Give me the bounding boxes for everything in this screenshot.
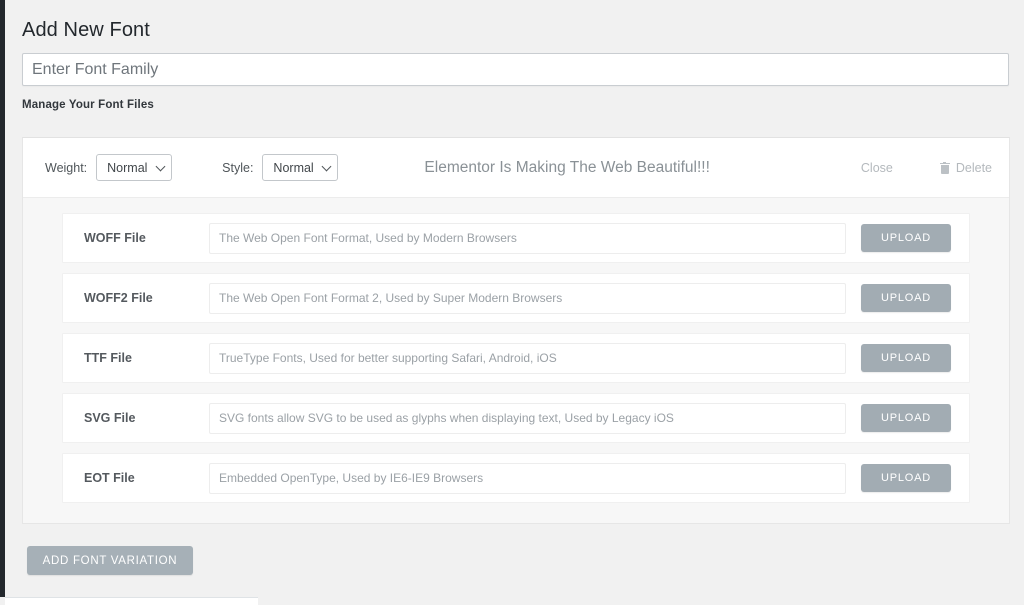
- chevron-down-icon: [322, 161, 332, 171]
- file-path-input[interactable]: [209, 403, 846, 434]
- file-path-input[interactable]: [209, 283, 846, 314]
- close-button[interactable]: Close: [861, 161, 893, 175]
- upload-button[interactable]: UPLOAD: [861, 224, 951, 252]
- font-file-rows: WOFF File UPLOAD WOFF2 File UPLOAD TTF F…: [23, 198, 1009, 523]
- file-row-woff: WOFF File UPLOAD: [62, 213, 970, 263]
- upload-button[interactable]: UPLOAD: [861, 404, 951, 432]
- page-title: Add New Font: [5, 0, 1024, 42]
- upload-button[interactable]: UPLOAD: [861, 284, 951, 312]
- variation-header-actions: Close Delete: [861, 161, 992, 175]
- file-row-woff2: WOFF2 File UPLOAD: [62, 273, 970, 323]
- file-row-label: TTF File: [84, 351, 209, 365]
- trash-icon: [940, 162, 950, 174]
- file-path-input[interactable]: [209, 223, 846, 254]
- font-family-input[interactable]: [22, 53, 1009, 86]
- admin-footer-strip-right: [258, 597, 1024, 605]
- file-row-label: EOT File: [84, 471, 209, 485]
- style-select[interactable]: Normal: [262, 154, 338, 181]
- delete-button[interactable]: Delete: [940, 161, 992, 175]
- admin-footer-strip: [5, 597, 258, 605]
- font-preview-text: Elementor Is Making The Web Beautiful!!!: [338, 159, 860, 177]
- file-row-eot: EOT File UPLOAD: [62, 453, 970, 503]
- manage-font-files-label: Manage Your Font Files: [5, 86, 1024, 111]
- font-variation-panel: Weight: Normal Style: Normal Elementor I…: [22, 137, 1010, 524]
- add-new-font-page: Add New Font Manage Your Font Files Weig…: [5, 0, 1024, 597]
- add-font-variation-button[interactable]: ADD FONT VARIATION: [27, 546, 193, 575]
- style-label: Style:: [222, 161, 253, 175]
- variation-header: Weight: Normal Style: Normal Elementor I…: [23, 138, 1009, 198]
- upload-button[interactable]: UPLOAD: [861, 344, 951, 372]
- chevron-down-icon: [156, 161, 166, 171]
- file-row-label: WOFF File: [84, 231, 209, 245]
- delete-button-label: Delete: [956, 161, 992, 175]
- upload-button[interactable]: UPLOAD: [861, 464, 951, 492]
- style-control: Style: Normal: [222, 154, 338, 181]
- file-path-input[interactable]: [209, 343, 846, 374]
- weight-label: Weight:: [45, 161, 87, 175]
- file-path-input[interactable]: [209, 463, 846, 494]
- weight-select-value: Normal: [107, 161, 147, 175]
- file-row-svg: SVG File UPLOAD: [62, 393, 970, 443]
- file-row-label: WOFF2 File: [84, 291, 209, 305]
- file-row-ttf: TTF File UPLOAD: [62, 333, 970, 383]
- style-select-value: Normal: [273, 161, 313, 175]
- file-row-label: SVG File: [84, 411, 209, 425]
- weight-control: Weight: Normal: [45, 154, 172, 181]
- weight-select[interactable]: Normal: [96, 154, 172, 181]
